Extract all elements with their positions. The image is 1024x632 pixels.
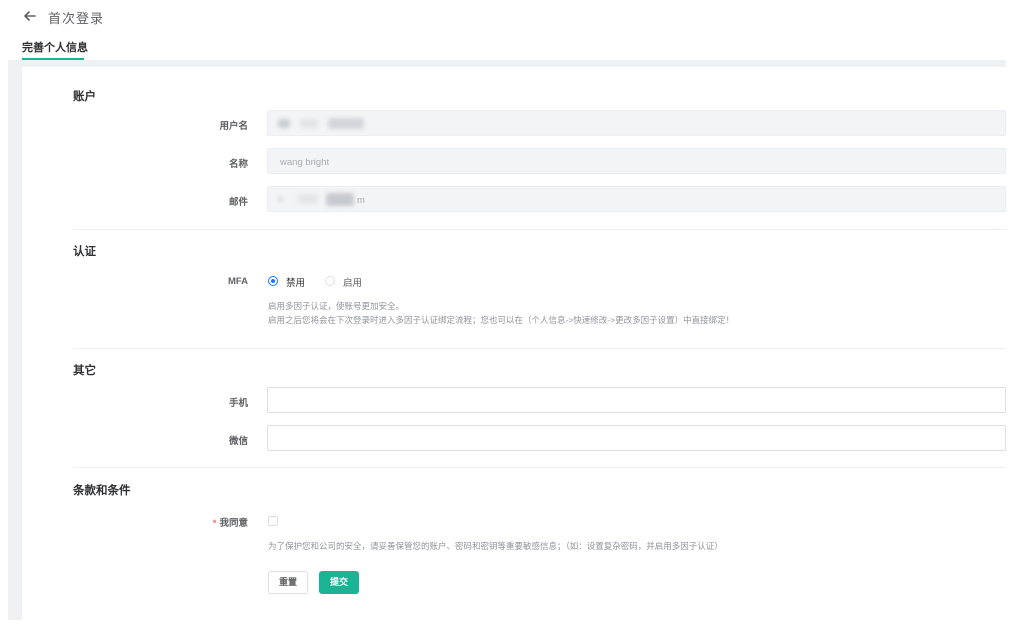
section-title-account: 账户 [73, 91, 96, 103]
mfa-disable-radio[interactable] [268, 276, 278, 286]
phone-label: 手机 [228, 398, 248, 409]
email-value: m [357, 195, 365, 206]
mfa-label: MFA [227, 276, 248, 287]
mfa-help-line-2: 启用之后您将会在下次登录时进入多因子认证绑定流程；您也可以在（个人信息->快速修… [268, 315, 735, 325]
email-field[interactable]: m [267, 186, 1006, 212]
reset-button[interactable]: 重置 [268, 571, 308, 594]
top-bar: 首次登录 [0, 0, 1024, 34]
section-title-other: 其它 [73, 365, 96, 377]
mfa-enable-radio[interactable] [325, 276, 335, 286]
terms-help-text: 为了保护您和公司的安全，请妥善保管您的账户、密码和密钥等重要敏感信息；（如：设置… [268, 541, 723, 551]
redacted-mark [328, 118, 364, 129]
section-divider [73, 348, 1006, 349]
mfa-help-line-1: 启用多因子认证，使账号更加安全。 [268, 301, 405, 311]
redacted-mark [326, 193, 354, 206]
agree-label-text: 我同意 [219, 518, 248, 529]
username-label: 用户名 [219, 121, 248, 132]
agree-label: * 我同意 [168, 515, 248, 529]
content-area: 账户 用户名 名称 wang bright 邮件 m 认证 MFA 禁用 启用 … [8, 60, 1006, 620]
wechat-input[interactable] [267, 425, 1006, 451]
redacted-mark [298, 194, 318, 204]
phone-input[interactable] [267, 387, 1006, 413]
tab-complete-profile[interactable]: 完善个人信息 [22, 39, 88, 55]
section-title-terms: 条款和条件 [73, 485, 131, 497]
redacted-mark [278, 119, 290, 128]
page-title: 首次登录 [48, 11, 105, 26]
username-field[interactable] [267, 110, 1006, 136]
section-divider [73, 467, 1006, 468]
section-divider [73, 229, 1006, 230]
section-title-auth: 认证 [73, 246, 96, 258]
email-label: 邮件 [228, 197, 248, 208]
required-mark: * [212, 518, 217, 529]
mfa-enable-label[interactable]: 启用 [343, 275, 362, 289]
wechat-label: 微信 [228, 436, 248, 447]
name-field[interactable]: wang bright [267, 148, 1006, 174]
agree-checkbox[interactable] [268, 516, 278, 526]
arrow-left-icon[interactable] [22, 8, 38, 24]
name-value: wang bright [280, 157, 330, 168]
mfa-disable-label[interactable]: 禁用 [286, 275, 305, 289]
tab-bar: 完善个人信息 [0, 34, 1024, 60]
submit-button[interactable]: 提交 [319, 571, 359, 594]
form-panel: 账户 用户名 名称 wang bright 邮件 m 认证 MFA 禁用 启用 … [22, 67, 1006, 620]
name-label: 名称 [228, 159, 248, 170]
redacted-mark [278, 196, 283, 202]
redacted-mark [300, 119, 318, 128]
